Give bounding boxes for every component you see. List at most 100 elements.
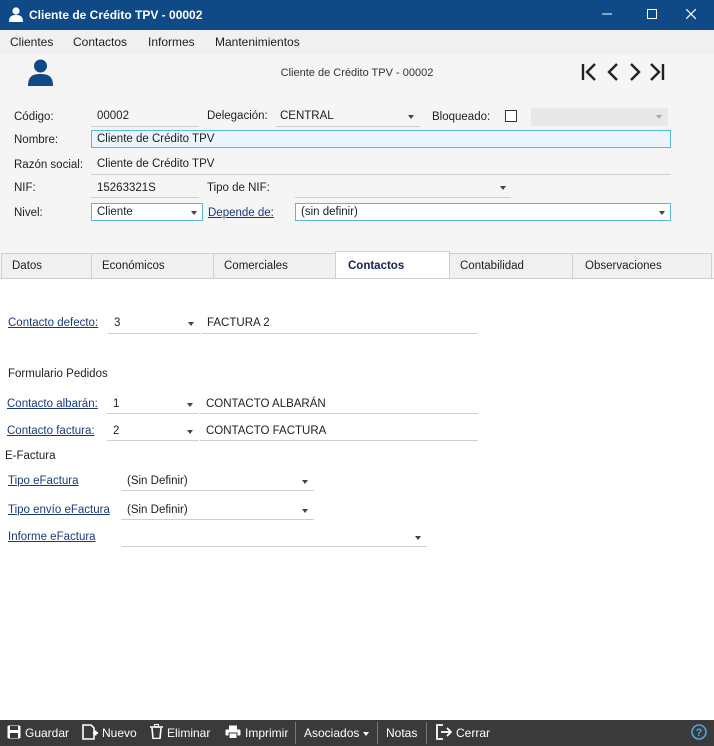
- tipo-envio-efactura-select[interactable]: (Sin Definir): [127, 504, 188, 516]
- trash-icon: [150, 724, 163, 742]
- informe-efactura-link[interactable]: Informe eFactura: [8, 531, 96, 543]
- razon-social-field[interactable]: Cliente de Crédito TPV: [97, 158, 214, 170]
- nivel-label: Nivel:: [14, 207, 43, 219]
- menu-clientes[interactable]: Clientes: [10, 35, 53, 49]
- tab-comerciales[interactable]: Comerciales: [213, 253, 336, 278]
- toolbar-separator: [377, 722, 378, 744]
- tipo-efactura-select[interactable]: (Sin Definir): [127, 475, 188, 487]
- contacto-albaran-name-underline: [200, 413, 478, 414]
- depende-de-value: (sin definir): [301, 206, 358, 218]
- contacto-factura-underline: [107, 440, 199, 441]
- contacto-defecto-select[interactable]: 3: [114, 317, 120, 329]
- bottom-toolbar: Guardar Nuevo Eliminar Imprimir Asociado…: [0, 720, 714, 746]
- depende-de-chevron-down-icon: [659, 211, 665, 215]
- first-record-icon: [581, 62, 597, 84]
- imprimir-label: Imprimir: [245, 726, 289, 740]
- previous-record-button[interactable]: [604, 62, 622, 84]
- contacto-factura-link[interactable]: Contacto factura:: [7, 425, 95, 437]
- nombre-field[interactable]: Cliente de Crédito TPV: [91, 130, 671, 148]
- tab-economicos-label: Económicos: [102, 260, 165, 272]
- menu-bar: Clientes Contactos Informes Mantenimient…: [0, 30, 714, 54]
- notas-button[interactable]: Notas: [386, 720, 417, 746]
- user-icon: [9, 7, 23, 25]
- delegacion-select[interactable]: CENTRAL: [280, 110, 334, 122]
- contacto-factura-name-underline: [200, 440, 478, 441]
- contacto-factura-select[interactable]: 2: [113, 425, 119, 437]
- close-button[interactable]: [668, 0, 714, 30]
- eliminar-button[interactable]: Eliminar: [150, 720, 210, 746]
- bloqueado-chevron-down-icon: [656, 115, 662, 119]
- nuevo-button[interactable]: Nuevo: [82, 720, 137, 746]
- bloqueado-reason-select[interactable]: [531, 108, 668, 126]
- cerrar-button[interactable]: Cerrar: [436, 720, 490, 746]
- tab-contactos[interactable]: Contactos: [335, 251, 450, 278]
- toolbar-separator: [295, 722, 296, 744]
- tab-comerciales-label: Comerciales: [224, 260, 288, 272]
- tab-contabilidad[interactable]: Contabilidad: [449, 253, 573, 278]
- informe-efactura-chevron-down-icon[interactable]: [415, 536, 421, 540]
- menu-contactos[interactable]: Contactos: [73, 35, 127, 49]
- last-record-icon: [649, 62, 665, 84]
- minimize-button[interactable]: [584, 0, 630, 30]
- contacto-albaran-link[interactable]: Contacto albarán:: [7, 398, 98, 410]
- first-record-button[interactable]: [580, 62, 598, 84]
- nif-underline: [91, 197, 199, 198]
- depende-de-link[interactable]: Depende de:: [208, 207, 274, 219]
- next-record-button[interactable]: [626, 62, 644, 84]
- bloqueado-checkbox[interactable]: [505, 110, 517, 122]
- nivel-select[interactable]: Cliente: [91, 203, 203, 221]
- informe-efactura-underline: [121, 546, 427, 547]
- contacto-albaran-chevron-down-icon[interactable]: [187, 403, 193, 407]
- tab-contabilidad-label: Contabilidad: [460, 260, 524, 272]
- imprimir-button[interactable]: Imprimir: [225, 720, 288, 746]
- nivel-value: Cliente: [97, 206, 133, 218]
- tab-observaciones[interactable]: Observaciones: [572, 253, 712, 278]
- printer-icon: [225, 725, 241, 742]
- contacto-defecto-link[interactable]: Contacto defecto:: [8, 317, 98, 329]
- contacto-defecto-chevron-down-icon[interactable]: [188, 322, 194, 326]
- contacto-factura-name: CONTACTO FACTURA: [206, 425, 327, 437]
- help-button[interactable]: ?: [691, 720, 707, 746]
- bloqueado-label: Bloqueado:: [432, 111, 491, 123]
- contacto-defecto-name-underline: [201, 333, 477, 334]
- title-bar[interactable]: Cliente de Crédito TPV - 00002: [0, 0, 714, 30]
- tipo-nif-chevron-down-icon[interactable]: [500, 186, 506, 190]
- asociados-dropdown[interactable]: Asociados: [304, 720, 370, 746]
- tipo-envio-efactura-link[interactable]: Tipo envío eFactura: [8, 504, 110, 516]
- nuevo-label: Nuevo: [102, 726, 137, 740]
- contactos-panel: Contacto defecto: 3 FACTURA 2 Formulario…: [0, 278, 714, 721]
- razon-social-underline: [91, 174, 671, 175]
- codigo-label: Código:: [14, 111, 54, 123]
- maximize-icon: [647, 8, 657, 22]
- delegacion-chevron-down-icon[interactable]: [408, 115, 414, 119]
- nif-label: NIF:: [14, 182, 36, 194]
- previous-record-icon: [606, 62, 620, 84]
- codigo-field[interactable]: 00002: [97, 110, 129, 122]
- tab-datos[interactable]: Datos: [1, 253, 92, 278]
- toolbar-separator: [426, 722, 427, 744]
- record-header: Cliente de Crédito TPV - 00002 Código: 0…: [0, 54, 714, 250]
- menu-mantenimientos[interactable]: Mantenimientos: [215, 35, 300, 49]
- depende-de-select[interactable]: (sin definir): [295, 203, 671, 221]
- next-record-icon: [628, 62, 642, 84]
- menu-informes[interactable]: Informes: [148, 35, 195, 49]
- tipo-efactura-chevron-down-icon[interactable]: [302, 480, 308, 484]
- new-document-icon: [82, 723, 98, 743]
- delegacion-underline: [276, 126, 420, 127]
- tipo-envio-efactura-chevron-down-icon[interactable]: [302, 509, 308, 513]
- contacto-albaran-underline: [107, 413, 199, 414]
- tipo-efactura-link[interactable]: Tipo eFactura: [8, 475, 79, 487]
- nif-field[interactable]: 15263321S: [97, 182, 156, 194]
- minimize-icon: [602, 8, 612, 22]
- contacto-albaran-select[interactable]: 1: [113, 398, 119, 410]
- contacto-factura-chevron-down-icon[interactable]: [187, 430, 193, 434]
- svg-text:?: ?: [696, 727, 703, 739]
- last-record-button[interactable]: [648, 62, 666, 84]
- contacto-defecto-name: FACTURA 2: [207, 317, 270, 329]
- guardar-button[interactable]: Guardar: [7, 720, 69, 746]
- tab-bar: Datos Económicos Comerciales Contactos C…: [0, 250, 714, 279]
- tab-economicos[interactable]: Económicos: [91, 253, 214, 278]
- razon-social-label: Razón social:: [14, 159, 84, 171]
- formulario-pedidos-heading: Formulario Pedidos: [8, 368, 108, 380]
- nombre-label: Nombre:: [14, 134, 59, 146]
